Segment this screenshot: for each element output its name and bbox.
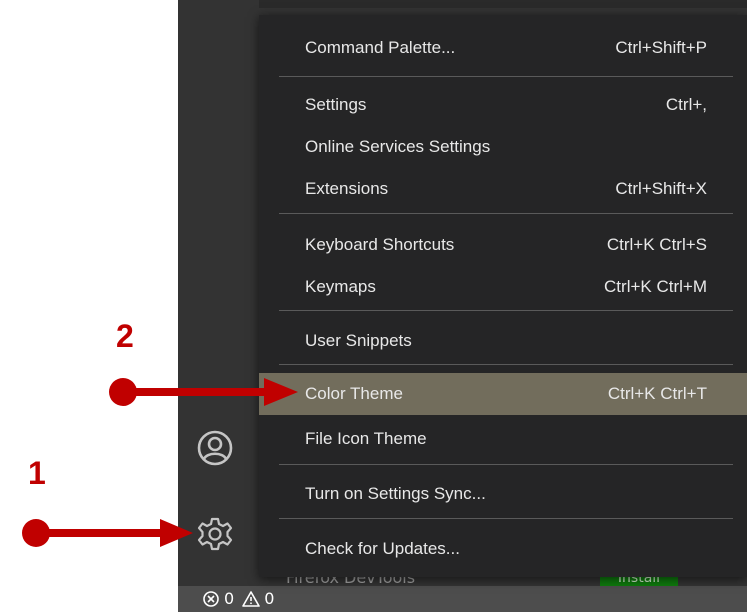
status-bar: 0 0: [178, 586, 747, 612]
menu-item-label: Check for Updates...: [305, 539, 460, 558]
menu-separator: [279, 464, 733, 465]
menu-item-file-icon-theme[interactable]: File Icon Theme: [259, 418, 747, 460]
menu-item-shortcut: Ctrl+K Ctrl+M: [604, 277, 707, 296]
menu-item-label: File Icon Theme: [305, 429, 427, 448]
menu-item-shortcut: Ctrl+K Ctrl+S: [606, 235, 707, 254]
activity-bar: [178, 0, 259, 586]
menu-item-shortcut: Ctrl+,: [665, 95, 707, 114]
menu-item-label: Keymaps: [305, 277, 376, 296]
menu-item-color-theme[interactable]: Color Theme Ctrl+K Ctrl+T: [259, 373, 747, 415]
error-circle-icon: [202, 590, 220, 608]
menu-separator: [279, 364, 733, 365]
menu-item-shortcut: Ctrl+Shift+P: [615, 38, 707, 57]
menu-item-keymaps[interactable]: Keymaps Ctrl+K Ctrl+M: [259, 266, 747, 308]
warning-triangle-icon: [242, 590, 260, 608]
menu-item-online-services-settings[interactable]: Online Services Settings: [259, 126, 747, 168]
menu-item-keyboard-shortcuts[interactable]: Keyboard Shortcuts Ctrl+K Ctrl+S: [259, 224, 747, 266]
menu-item-check-updates[interactable]: Check for Updates...: [259, 528, 747, 570]
menu-item-label: Command Palette...: [305, 38, 456, 57]
problems-indicator[interactable]: 0 0: [202, 589, 274, 608]
menu-item-label: Online Services Settings: [305, 137, 491, 156]
menu-item-label: Extensions: [305, 179, 389, 198]
error-count: 0: [224, 589, 235, 608]
warning-count: 0: [264, 589, 275, 608]
menu-separator: [279, 518, 733, 519]
menu-item-label: Settings: [305, 95, 367, 114]
manage-context-menu: Command Palette... Ctrl+Shift+P Settings…: [259, 15, 747, 577]
arrow-step-1: [22, 519, 193, 547]
menu-item-label: User Snippets: [305, 331, 412, 350]
menu-item-user-snippets[interactable]: User Snippets: [259, 320, 747, 362]
gear-icon[interactable]: [195, 514, 235, 554]
menu-item-extensions[interactable]: Extensions Ctrl+Shift+X: [259, 168, 747, 210]
menu-item-label: Color Theme: [305, 384, 403, 403]
menu-item-command-palette[interactable]: Command Palette... Ctrl+Shift+P: [259, 27, 747, 69]
menu-item-shortcut: Ctrl+K Ctrl+T: [607, 384, 707, 403]
step-2-label: 2: [116, 318, 134, 354]
menu-item-settings-sync[interactable]: Turn on Settings Sync...: [259, 473, 747, 515]
title-strip: [178, 0, 747, 8]
menu-item-label: Turn on Settings Sync...: [305, 484, 486, 503]
menu-item-label: Keyboard Shortcuts: [305, 235, 455, 254]
step-1-label: 1: [28, 455, 46, 491]
menu-separator: [279, 213, 733, 214]
menu-separator: [279, 76, 733, 77]
menu-separator: [279, 310, 733, 311]
account-icon[interactable]: [195, 428, 235, 468]
menu-item-shortcut: Ctrl+Shift+X: [615, 179, 707, 198]
menu-item-settings[interactable]: Settings Ctrl+,: [259, 84, 747, 126]
